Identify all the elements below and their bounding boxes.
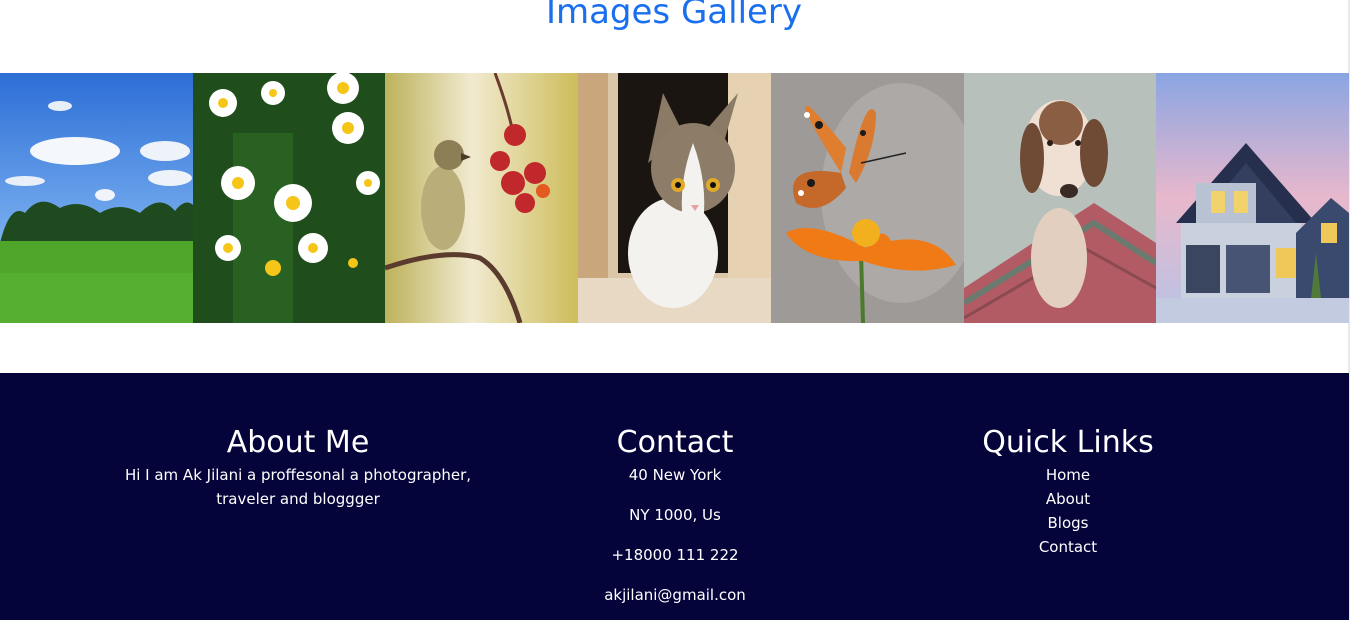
contact-email: akjilani@gmail.con [604, 586, 746, 604]
about-text: Hi I am Ak Jilani a proffesonal a photog… [124, 466, 472, 508]
gallery-image-cat[interactable] [578, 73, 771, 323]
footer-contact: Contact 40 New York NY 1000, Us +18000 1… [525, 421, 825, 620]
gallery-image-bird[interactable] [385, 73, 578, 323]
page-title: Images Gallery [545, 0, 803, 32]
quick-link-blogs[interactable]: Blogs [918, 511, 1218, 535]
quick-link-contact[interactable]: Contact [918, 535, 1218, 559]
quick-link-about[interactable]: About [918, 487, 1218, 511]
gallery-image-landscape[interactable] [0, 73, 193, 323]
about-heading: About Me [226, 425, 370, 460]
contact-phone: +18000 111 222 [611, 546, 739, 564]
gallery-image-daisies[interactable] [193, 73, 385, 323]
quick-link-home[interactable]: Home [918, 463, 1218, 487]
footer-quick-links: Quick Links Home About Blogs Contact [918, 421, 1218, 559]
contact-city: NY 1000, Us [629, 506, 721, 524]
contact-address: 40 New York [628, 466, 722, 484]
footer-about: About Me Hi I am Ak Jilani a proffesonal… [123, 421, 473, 511]
gallery-image-house[interactable] [1156, 73, 1349, 323]
image-gallery [0, 73, 1349, 323]
gallery-image-dog[interactable] [964, 73, 1156, 323]
gallery-image-butterfly[interactable] [771, 73, 964, 323]
footer: About Me Hi I am Ak Jilani a proffesonal… [0, 373, 1349, 620]
quick-links-heading: Quick Links [982, 425, 1154, 460]
contact-heading: Contact [616, 425, 734, 460]
